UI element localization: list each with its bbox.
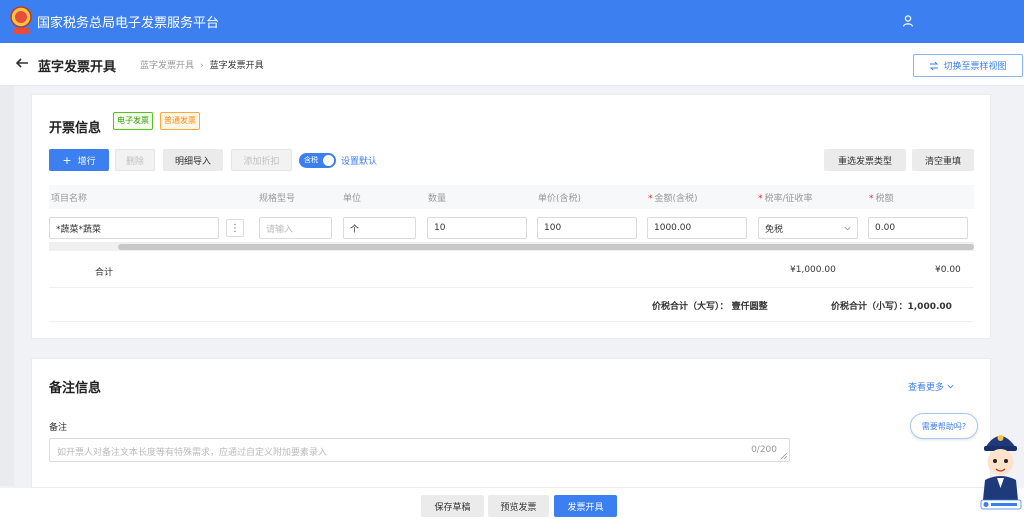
breadcrumb-current: 蓝字发票开具 [209,61,264,71]
invoice-info-card: 开票信息 电子发票 普通发票 + 增行 删除 明细导入 添加折扣 含税 设置默认… [31,94,991,339]
spec-model-input[interactable]: 请输入 [259,217,332,239]
breadcrumb-separator-icon: › [200,61,204,71]
column-header: 项目名称 [51,194,88,204]
delete-button[interactable]: 删除 [115,149,155,171]
add-row-button[interactable]: + 增行 [49,149,109,171]
breadcrumb-item[interactable]: 蓝字发票开具 [140,61,194,71]
column-header: 规格型号 [259,194,296,204]
switch-view-button[interactable]: 切换至票样视图 [913,54,1023,77]
subtotal-amount: ¥1,000.00 [790,265,836,275]
remark-placeholder: 如开票人对备注文本长度等有特殊需求，应通过自定义附加要素录入 [57,448,328,458]
section-title-remarks: 备注信息 [49,381,102,396]
toggle-knob [323,155,334,166]
chevron-down-icon [947,384,954,389]
horizontal-scrollbar-thumb[interactable] [118,244,974,250]
required-asterisk: * [869,194,874,204]
tax-amount-input[interactable]: 0.00 [868,217,968,239]
add-discount-button[interactable]: 添加折扣 [231,149,292,171]
swap-icon [930,61,939,70]
user-icon[interactable] [901,14,915,28]
tag-electronic-invoice: 电子发票 [113,112,153,130]
preview-invoice-button[interactable]: 预览发票 [488,495,549,517]
divider [49,321,974,322]
set-default-link[interactable]: 设置默认 [341,154,377,167]
assistant-mascot-icon[interactable] [977,420,1024,510]
breadcrumb: 蓝字发票开具 › 蓝字发票开具 [140,58,264,71]
issue-invoice-button[interactable]: 发票开具 [554,495,617,517]
tax-rate-select[interactable]: 免税 [758,217,858,239]
total-in-words: 价税合计（大写）： 壹仟圆整 [652,302,768,312]
help-bubble[interactable]: 需要帮助吗? [910,413,978,439]
unit-input[interactable]: 个 [343,217,416,239]
top-bar: 国家税务总局电子发票服务平台 [0,0,1024,43]
switch-view-label: 切换至票样视图 [943,62,1007,72]
column-header: 单价(含税) [538,194,582,204]
left-edge-strip [0,86,14,486]
tax-inclusive-toggle[interactable]: 含税 [299,153,336,168]
see-more-label: 查看更多 [908,383,945,393]
column-header: 单位 [343,194,362,204]
clear-refill-button[interactable]: 清空重填 [912,149,974,171]
tax-rate-value: 免税 [765,224,784,235]
subtotal-tax: ¥0.00 [935,265,961,275]
required-asterisk: * [758,194,763,204]
column-header-label: 税额 [875,194,894,204]
app-title: 国家税务总局电子发票服务平台 [37,16,220,31]
back-arrow-icon[interactable] [14,55,30,71]
plus-icon: + [62,153,72,167]
column-header-label: 金额(含税) [654,194,698,204]
toggle-text: 含税 [304,156,318,164]
unit-price-input[interactable]: 100 [537,217,637,239]
resize-grip-icon[interactable] [781,453,787,459]
column-header-required: * 税额 [869,191,894,204]
character-counter: 0/200 [751,445,777,455]
section-title-invoice-info: 开票信息 [49,121,102,136]
column-header: 数量 [428,194,447,204]
column-header-required: * 税率/征收率 [758,191,813,204]
column-header-label: 税率/征收率 [764,194,813,204]
reselect-invoice-type-button[interactable]: 重选发票类型 [824,149,906,171]
add-row-label: 增行 [77,156,96,167]
amount-input[interactable]: 1000.00 [647,217,747,239]
chevron-down-icon [844,226,851,230]
remark-textarea[interactable]: 如开票人对备注文本长度等有特殊需求，应通过自定义附加要素录入 0/200 [49,438,790,462]
see-more-link[interactable]: 查看更多 [908,380,954,393]
table-header: 项目名称 规格型号 单位 数量 单价(含税) * 金额(含税) * 税率/征收率 *… [49,185,974,209]
tax-emblem-logo [10,6,32,34]
page-title: 蓝字发票开具 [38,60,117,75]
bottom-action-bar: 保存草稿 预览发票 发票开具 [0,488,1024,519]
item-name-input[interactable]: *蔬菜*蔬菜 [49,217,219,239]
import-details-button[interactable]: 明细导入 [163,149,223,171]
tag-ordinary-invoice: 普通发票 [160,112,200,130]
quantity-input[interactable]: 10 [427,217,527,239]
divider [49,287,974,288]
subtotal-label: 合计 [95,268,114,278]
required-asterisk: * [648,194,653,204]
page-header: 蓝字发票开具 蓝字发票开具 › 蓝字发票开具 切换至票样视图 [0,43,1024,86]
total-in-figures: 价税合计（小写）：1,000.00 [831,302,952,312]
more-options-icon[interactable]: ⋮ [226,219,244,237]
column-header-required: * 金额(含税) [648,191,698,204]
remark-field-label: 备注 [49,423,68,433]
save-draft-button[interactable]: 保存草稿 [421,495,484,517]
remarks-card: 备注信息 查看更多 备注 如开票人对备注文本长度等有特殊需求，应通过自定义附加要… [31,358,991,488]
